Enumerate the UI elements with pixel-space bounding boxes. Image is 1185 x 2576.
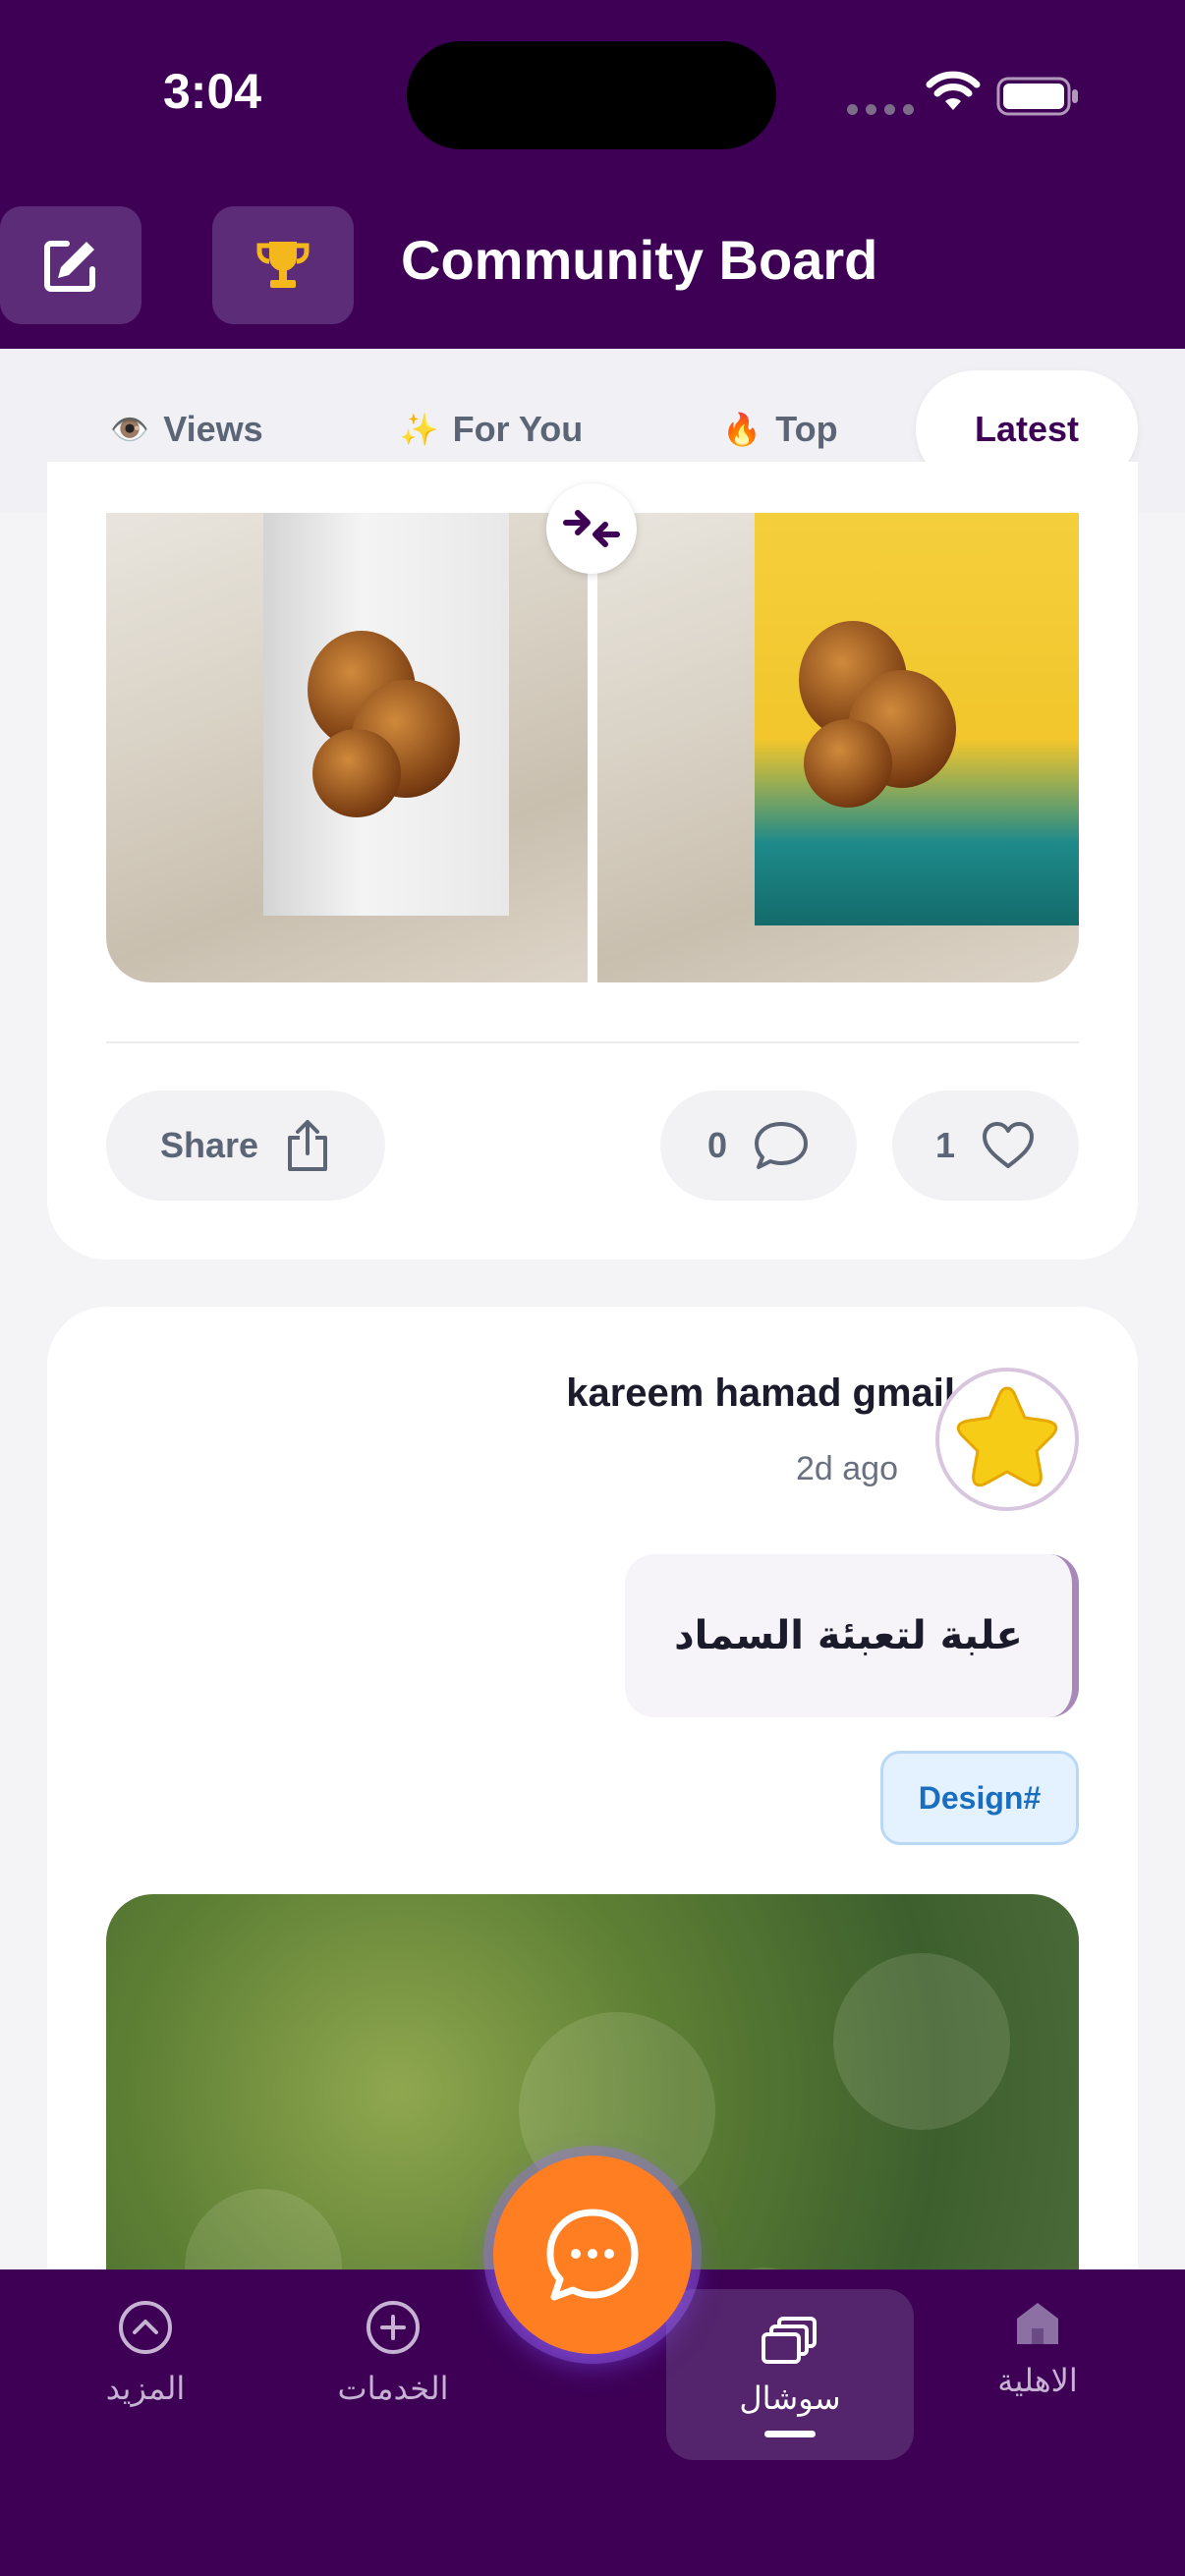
battery-icon xyxy=(996,77,1078,116)
page-title: Community Board xyxy=(401,229,878,291)
nav-social[interactable]: سوشال xyxy=(666,2289,914,2460)
edit-icon xyxy=(44,241,95,292)
nav-home[interactable]: الاهلية xyxy=(939,2299,1136,2456)
chevron-up-circle-icon xyxy=(119,2301,172,2354)
tab-label: Latest xyxy=(974,409,1080,449)
trophy-icon xyxy=(256,242,310,288)
avatar[interactable] xyxy=(935,1368,1079,1511)
compare-handle[interactable] xyxy=(546,483,637,574)
before-image xyxy=(106,513,588,982)
after-image xyxy=(597,513,1079,982)
post-text: علبة لتعبئة السماد xyxy=(625,1554,1079,1717)
heart-icon xyxy=(983,1122,1035,1168)
before-after-image[interactable] xyxy=(106,513,1079,982)
plus-circle-icon xyxy=(367,2301,420,2354)
chat-bubble-icon xyxy=(546,2209,639,2301)
sparkles-icon: ✨ xyxy=(399,412,439,447)
comments-count: 0 xyxy=(706,1125,728,1165)
eye-icon: 👁️ xyxy=(110,412,150,447)
status-time: 3:04 xyxy=(163,64,262,119)
social-cards-icon xyxy=(762,2317,817,2364)
comment-icon xyxy=(755,1122,809,1169)
tab-label: For You xyxy=(452,409,584,449)
nav-label: الخدمات xyxy=(337,2370,449,2407)
leaderboard-button[interactable] xyxy=(212,206,354,324)
tab-label: Top xyxy=(775,409,838,449)
tab-label: Views xyxy=(163,409,263,449)
nav-label: سوشال xyxy=(739,2380,841,2417)
chat-fab-button[interactable] xyxy=(493,2156,692,2354)
home-icon xyxy=(1017,2303,1058,2344)
nav-services[interactable]: الخدمات xyxy=(295,2299,491,2456)
hashtag-chip[interactable]: Design# xyxy=(880,1751,1079,1845)
dynamic-island xyxy=(407,41,776,149)
nav-label: الاهلية xyxy=(997,2362,1078,2399)
likes-count: 1 xyxy=(934,1125,956,1165)
comments-button[interactable]: 0 xyxy=(660,1091,857,1201)
share-icon xyxy=(288,1120,328,1171)
compare-divider xyxy=(588,513,597,982)
nav-label: المزيد xyxy=(105,2370,186,2407)
edit-post-button[interactable] xyxy=(0,206,141,324)
author-name[interactable]: kareem hamad gmail xyxy=(566,1372,955,1416)
star-avatar-icon xyxy=(956,1386,1058,1487)
top-bar: 3:04 Community Board xyxy=(0,0,1185,349)
card-divider xyxy=(106,1041,1079,1043)
signal-icon xyxy=(847,104,914,115)
post-time: 2d ago xyxy=(796,1450,898,1487)
share-label: Share xyxy=(159,1125,259,1165)
fire-icon: 🔥 xyxy=(722,412,762,447)
wifi-icon xyxy=(926,71,981,110)
share-button[interactable]: Share xyxy=(106,1091,385,1201)
like-button[interactable]: 1 xyxy=(892,1091,1079,1201)
compare-arrows-icon xyxy=(563,510,620,547)
active-indicator xyxy=(764,2431,816,2437)
post-card: Share 0 1 xyxy=(47,462,1138,1260)
nav-more[interactable]: المزيد xyxy=(47,2299,244,2456)
